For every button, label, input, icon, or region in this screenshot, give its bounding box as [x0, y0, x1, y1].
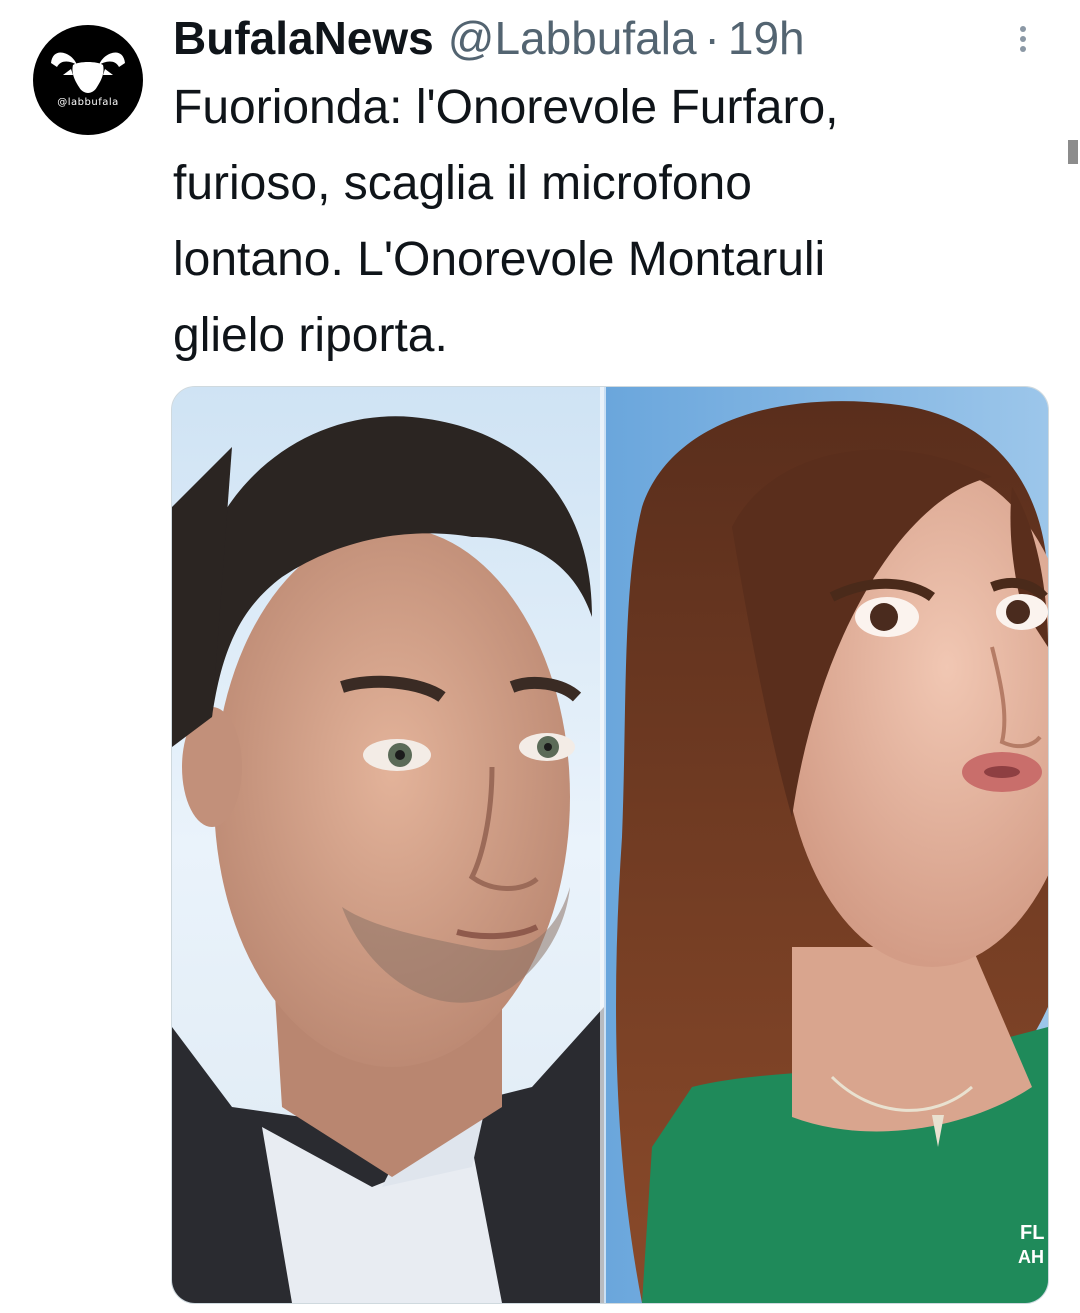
photo-woman: FL AH: [616, 401, 1048, 1303]
tweet-timestamp[interactable]: 19h: [728, 8, 805, 68]
photo-collage-divider: [600, 387, 606, 1303]
tweet-media-image[interactable]: FL AH: [171, 386, 1049, 1304]
tweet-text: Fuorionda: l'Onorevole Furfaro, furioso,…: [173, 81, 839, 362]
user-handle[interactable]: @Labbufala: [448, 8, 697, 68]
buffalo-head-icon: [51, 52, 125, 93]
scrollbar[interactable]: [1068, 140, 1078, 164]
studio-logo-line-1: FL: [1020, 1222, 1044, 1244]
avatar[interactable]: @labbufala: [33, 25, 143, 135]
avatar-handle-text: @labbufala: [57, 97, 119, 108]
display-name[interactable]: BufalaNews: [173, 8, 434, 68]
header-separator: ·: [704, 12, 720, 64]
more-vertical-icon[interactable]: [1010, 22, 1036, 64]
tweet-header: BufalaNews @Labbufala · 19h: [173, 8, 805, 68]
photo-man: [172, 416, 604, 1303]
studio-logo-line-2: AH: [1018, 1247, 1044, 1267]
